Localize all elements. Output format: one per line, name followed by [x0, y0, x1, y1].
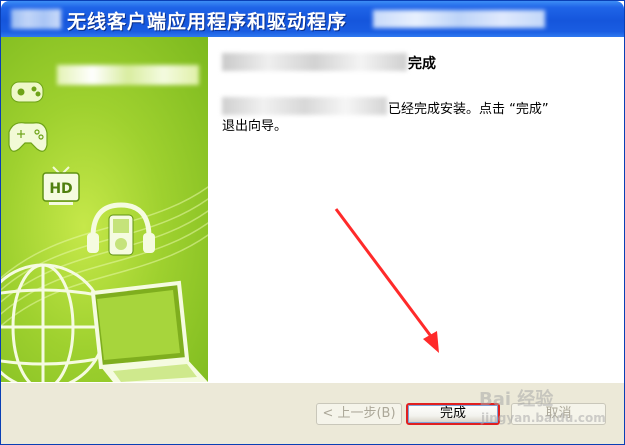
- button-bar: < 上一步(B) 完成 取消: [1, 382, 624, 444]
- wizard-heading: 完成: [408, 56, 436, 72]
- blurred-banner-text: [57, 65, 199, 85]
- back-button[interactable]: < 上一步(B): [316, 403, 402, 425]
- gamepad-icon: [10, 81, 44, 103]
- laptop-icon: [90, 280, 208, 382]
- controller-icon: [8, 122, 48, 152]
- blurred-app-icon: [11, 9, 61, 29]
- hd-label: HD: [49, 181, 72, 197]
- headphones-music-icon: [87, 202, 155, 256]
- title-bar[interactable]: 无线客户端应用程序和驱动程序: [1, 1, 624, 37]
- window-title: 无线客户端应用程序和驱动程序: [67, 11, 348, 33]
- blurred-title-region: [373, 10, 545, 28]
- blurred-heading-prefix: [222, 53, 407, 71]
- completion-message: 已经完成安装。点击 “完成”: [388, 102, 549, 117]
- finish-button[interactable]: 完成: [406, 403, 500, 425]
- cancel-button[interactable]: 取消: [511, 403, 606, 425]
- wizard-content: 完成 已经完成安装。点击 “完成” 退出向导。: [208, 37, 624, 382]
- installer-window: 无线客户端应用程序和驱动程序 HD 完成 已经完成安装。点击 “完成” 退出向导…: [0, 0, 625, 445]
- wizard-banner: HD: [1, 37, 208, 382]
- banner-artwork: HD: [1, 81, 208, 382]
- hd-tv-icon: HD: [42, 166, 80, 205]
- completion-message-line2: 退出向导。: [222, 119, 288, 134]
- blurred-body-prefix: [222, 97, 387, 115]
